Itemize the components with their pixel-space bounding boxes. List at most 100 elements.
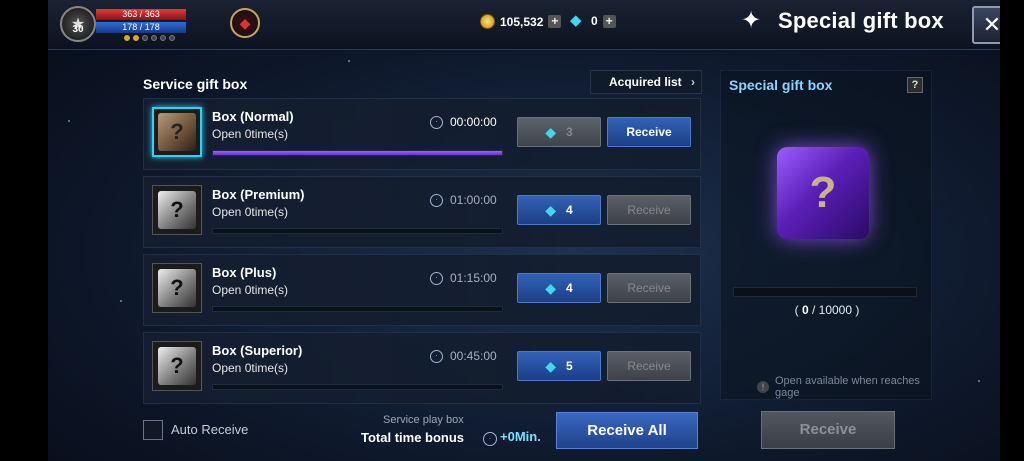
receive-button[interactable]: Receive xyxy=(607,351,691,381)
add-gold-button[interactable]: + xyxy=(548,15,562,28)
mystery-box-icon: ? xyxy=(158,347,196,385)
receive-button[interactable]: Receive xyxy=(607,117,691,147)
close-button[interactable]: ✕ xyxy=(972,6,1000,44)
gem-counter: ◆ 0 + xyxy=(570,12,616,29)
special-note: Open available when reaches gage xyxy=(775,375,920,399)
gem-amount: 0 xyxy=(591,14,598,28)
total-bonus-label: Total time bonus xyxy=(361,430,465,445)
gold-counter: 105,532 + xyxy=(480,14,562,29)
service-gift-panel: Service gift box Acquired list › ? Box (… xyxy=(135,66,705,458)
top-bar: ★ 30 363 / 363 178 / 178 ◆ 105,532 + ◆ 0… xyxy=(48,0,1000,50)
box-timer: 01:15:00 xyxy=(450,271,497,285)
left-letterbox xyxy=(0,0,48,461)
gift-row: ? Box (Premium) Open 0time(s) · 01:00:00… xyxy=(143,176,701,248)
mystery-box-icon: ? xyxy=(158,269,196,307)
acquired-list-button[interactable]: Acquired list › xyxy=(590,70,702,94)
star-decoration xyxy=(978,380,980,382)
gem-icon: ◆ xyxy=(545,123,557,140)
gold-amount: 105,532 xyxy=(500,14,544,29)
star-decoration xyxy=(120,300,122,302)
hp-bar: 363 / 363 xyxy=(96,9,186,20)
box-progress xyxy=(212,150,503,156)
add-gem-button[interactable]: + xyxy=(602,14,616,28)
service-play-label: Service play box xyxy=(383,414,464,426)
box-name: Box (Premium) xyxy=(212,187,305,202)
box-timer: 00:00:00 xyxy=(450,115,497,129)
energy-dot xyxy=(133,35,139,41)
mp-bar: 178 / 178 xyxy=(96,22,186,33)
gauge-text: ( 0 / 10000 ) xyxy=(794,303,860,317)
receive-all-button[interactable]: Receive All xyxy=(556,412,698,449)
box-open-count: Open 0time(s) xyxy=(212,361,289,375)
gauge-current: 0 xyxy=(801,303,809,317)
header-title-group: ✦ Special gift box xyxy=(738,8,944,34)
right-letterbox xyxy=(1000,0,1024,461)
box-timer: 00:45:00 xyxy=(450,349,497,363)
special-gift-panel: Special gift box ? ? ( 0 / 10000 ) ! Ope… xyxy=(720,70,932,400)
game-screen: ★ 30 363 / 363 178 / 178 ◆ 105,532 + ◆ 0… xyxy=(48,0,1000,461)
box-open-count: Open 0time(s) xyxy=(212,283,289,297)
box-timer: 01:00:00 xyxy=(450,193,497,207)
gem-open-button[interactable]: ◆ 4 xyxy=(517,273,601,303)
auto-receive-label: Auto Receive xyxy=(171,422,249,437)
energy-dot xyxy=(124,35,130,41)
box-name: Box (Normal) xyxy=(212,109,294,124)
gem-icon: ◆ xyxy=(570,12,582,29)
special-gift-title: Special gift box xyxy=(729,77,833,93)
receive-button[interactable]: Receive xyxy=(607,195,691,225)
guild-emblem-icon[interactable]: ◆ xyxy=(230,8,260,38)
gold-coin-icon xyxy=(480,14,495,29)
energy-dot xyxy=(160,35,166,41)
clock-icon: · xyxy=(483,432,497,446)
energy-dot xyxy=(169,35,175,41)
clock-icon: · xyxy=(430,194,443,207)
auto-receive-checkbox[interactable] xyxy=(143,420,163,440)
gauge-max: 10000 xyxy=(818,303,853,317)
box-open-count: Open 0time(s) xyxy=(212,205,289,219)
gem-cost: 5 xyxy=(566,359,573,373)
star-decoration xyxy=(348,60,350,62)
box-thumbnail[interactable]: ? xyxy=(152,107,202,157)
chevron-right-icon: › xyxy=(691,75,695,89)
close-icon: ✕ xyxy=(982,12,1000,37)
gem-cost: 4 xyxy=(566,203,573,217)
gift-row: ? Box (Plus) Open 0time(s) · 01:15:00 ◆ … xyxy=(143,254,701,326)
box-thumbnail[interactable]: ? xyxy=(152,263,202,313)
special-gauge xyxy=(733,287,917,297)
page-title: Special gift box xyxy=(778,8,944,33)
gift-row: ? Box (Normal) Open 0time(s) · 00:00:00 … xyxy=(143,98,701,170)
box-thumbnail[interactable]: ? xyxy=(152,185,202,235)
mystery-box-icon: ? xyxy=(158,191,196,229)
energy-dot xyxy=(142,35,148,41)
box-progress xyxy=(212,306,503,312)
box-progress-fill xyxy=(213,151,502,155)
special-mystery-box-icon: ? xyxy=(777,147,869,239)
gem-open-button[interactable]: ◆ 4 xyxy=(517,195,601,225)
player-level: 30 xyxy=(72,24,84,35)
gem-cost: 4 xyxy=(566,281,573,295)
box-name: Box (Superior) xyxy=(212,343,303,358)
energy-dot xyxy=(151,35,157,41)
clock-icon: · xyxy=(430,116,443,129)
gem-icon: ◆ xyxy=(545,279,557,296)
acquired-list-label: Acquired list xyxy=(609,75,682,89)
gem-icon: ◆ xyxy=(545,357,557,374)
gift-row: ? Box (Superior) Open 0time(s) · 00:45:0… xyxy=(143,332,701,404)
special-receive-button[interactable]: Receive xyxy=(761,411,895,449)
service-gift-title: Service gift box xyxy=(143,76,248,92)
clock-icon: · xyxy=(430,350,443,363)
mystery-box-icon: ? xyxy=(158,113,196,151)
gem-cost: 3 xyxy=(566,125,573,139)
box-name: Box (Plus) xyxy=(212,265,277,280)
info-icon: ! xyxy=(757,381,769,393)
receive-button[interactable]: Receive xyxy=(607,273,691,303)
service-footer: Auto Receive Service play box Total time… xyxy=(143,412,701,454)
star-decoration xyxy=(68,120,70,122)
box-progress xyxy=(212,228,503,234)
box-thumbnail[interactable]: ? xyxy=(152,341,202,391)
gem-open-button[interactable]: ◆ 5 xyxy=(517,351,601,381)
gem-icon: ◆ xyxy=(545,201,557,218)
box-progress xyxy=(212,384,503,390)
help-button[interactable]: ? xyxy=(907,77,923,93)
gem-open-button[interactable]: ◆ 3 xyxy=(517,117,601,147)
